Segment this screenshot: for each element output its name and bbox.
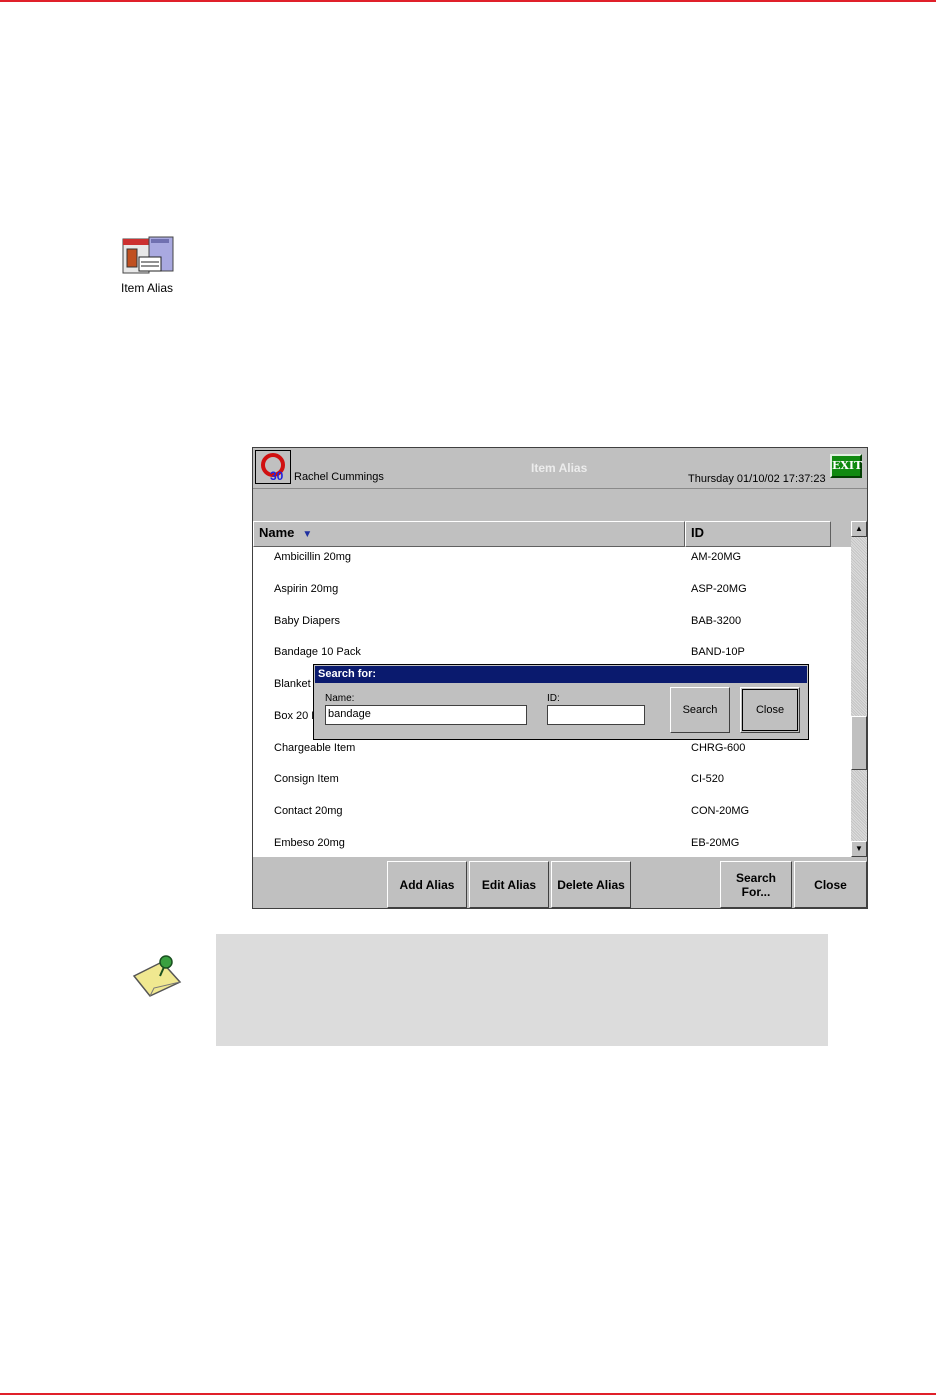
search-id-label: ID: <box>547 693 560 704</box>
toolbar-strip <box>253 489 867 521</box>
column-name-label: Name <box>259 525 295 540</box>
action-bar: Add Alias Edit Alias Delete Alias Search… <box>253 858 867 908</box>
table-row[interactable]: Chargeable Item CHRG-600 <box>253 740 851 758</box>
scroll-thumb[interactable] <box>851 716 867 770</box>
row-name: Ambicillin 20mg <box>274 551 352 563</box>
note-pin-icon <box>132 955 182 997</box>
row-name: Embeso 20mg <box>274 837 345 849</box>
page-bottom-rule <box>0 1393 936 1395</box>
search-for-line2: For... <box>741 884 771 899</box>
row-id: CON-20MG <box>691 805 750 817</box>
table-header: Name ▼ ID <box>253 521 851 547</box>
table-row[interactable]: Aspirin 20mg ASP-20MG <box>253 581 851 599</box>
logo-number: 30 <box>270 469 284 483</box>
row-id: BAND-10P <box>691 646 745 658</box>
window-title: Item Alias <box>531 461 588 475</box>
row-name: Contact 20mg <box>274 805 343 817</box>
search-name-label: Name: <box>325 693 355 704</box>
desktop-icon-label: Item Alias <box>120 281 174 295</box>
column-header-name[interactable]: Name ▼ <box>253 521 685 547</box>
item-alias-icon <box>122 236 174 274</box>
vertical-scrollbar[interactable]: ▲ ▼ <box>851 521 867 857</box>
dialog-search-button[interactable]: Search <box>670 687 730 733</box>
datetime-display: Thursday 01/10/02 17:37:23 <box>688 473 826 485</box>
page-top-rule <box>0 0 936 2</box>
add-alias-button[interactable]: Add Alias <box>387 861 467 908</box>
search-for-button[interactable]: Search For... <box>720 861 792 908</box>
search-name-input[interactable]: bandage <box>325 705 527 725</box>
window-titlebar: 30 Rachel Cummings Item Alias Thursday 0… <box>253 448 867 489</box>
table-row[interactable]: Consign Item CI-520 <box>253 771 851 789</box>
table-row[interactable]: Contact 20mg CON-20MG <box>253 803 851 821</box>
column-id-label: ID <box>691 525 704 540</box>
search-dialog-title: Search for: <box>315 666 807 683</box>
note-box <box>216 934 828 1046</box>
row-id: BAB-3200 <box>691 615 742 627</box>
row-id: CHRG-600 <box>691 742 746 754</box>
row-id: EB-20MG <box>691 837 740 849</box>
row-name: Bandage 10 Pack <box>274 646 361 658</box>
column-header-id[interactable]: ID <box>685 521 831 547</box>
delete-alias-button[interactable]: Delete Alias <box>551 861 631 908</box>
row-name: Chargeable Item <box>274 742 356 754</box>
table-row[interactable]: Bandage 10 Pack BAND-10P <box>253 644 851 662</box>
table-row[interactable]: Ambicillin 20mg AM-20MG <box>253 549 851 567</box>
item-alias-desktop-icon[interactable]: Item Alias <box>105 235 189 295</box>
edit-alias-button[interactable]: Edit Alias <box>469 861 549 908</box>
search-dialog: Search for: Name: bandage ID: Search Clo… <box>313 664 809 740</box>
user-name: Rachel Cummings <box>294 471 384 483</box>
scroll-down-icon[interactable]: ▼ <box>851 841 867 857</box>
scroll-up-icon[interactable]: ▲ <box>851 521 867 537</box>
app-logo-button[interactable]: 30 <box>255 450 291 484</box>
row-name: Box 20 F <box>274 710 319 722</box>
table-row[interactable]: Baby Diapers BAB-3200 <box>253 613 851 631</box>
search-for-line1: Search <box>735 870 777 885</box>
row-name: Consign Item <box>274 773 339 785</box>
row-id: AM-20MG <box>691 551 742 563</box>
row-id: ASP-20MG <box>691 583 747 595</box>
sort-down-icon: ▼ <box>302 529 313 540</box>
exit-button[interactable]: EXIT <box>830 454 862 478</box>
row-name: Aspirin 20mg <box>274 583 339 595</box>
item-alias-window: 30 Rachel Cummings Item Alias Thursday 0… <box>252 447 868 909</box>
dialog-close-button[interactable]: Close <box>740 687 800 733</box>
table-row[interactable]: Embeso 20mg EB-20MG <box>253 835 851 853</box>
close-button[interactable]: Close <box>794 861 867 908</box>
row-id: CI-520 <box>691 773 725 785</box>
row-name: Blanket <box>274 678 311 690</box>
search-id-input[interactable] <box>547 705 645 725</box>
row-name: Baby Diapers <box>274 615 341 627</box>
